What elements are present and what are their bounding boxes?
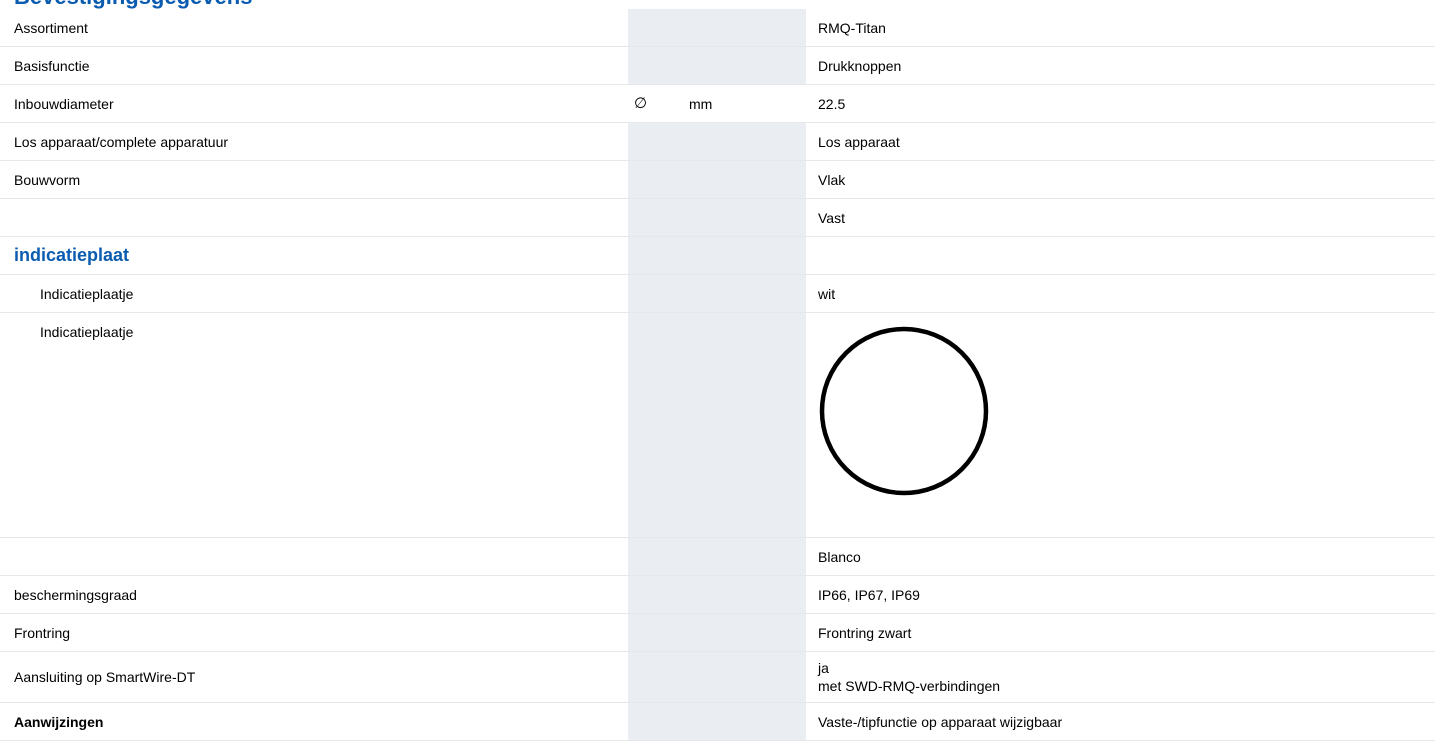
spec-unit	[685, 198, 743, 237]
spec-value: Drukknoppen	[806, 46, 1435, 85]
spec-label: Bouwvorm	[0, 160, 628, 199]
spec-value: Frontring zwart	[806, 613, 1435, 652]
indication-plate-image	[806, 312, 1435, 538]
spec-label: Los apparaat/complete apparatuur	[0, 122, 628, 161]
spec-label: Aansluiting op SmartWire-DT	[0, 651, 628, 703]
spec-value: RMQ-Titan	[806, 9, 1435, 47]
spec-label	[0, 537, 628, 576]
spec-row: Aansluiting op SmartWire-DT ja met SWD-R…	[0, 651, 1435, 703]
spec-row-image: Indicatieplaatje	[0, 312, 1435, 538]
spec-row: Frontring Frontring zwart	[0, 613, 1435, 652]
spec-label: Basisfunctie	[0, 46, 628, 85]
spec-page: Bevestigingsgegevens Assortiment RMQ-Tit…	[0, 0, 1435, 748]
spec-unit	[685, 46, 743, 85]
spec-value: 22.5	[806, 84, 1435, 123]
spec-symbol	[628, 122, 685, 161]
spec-label	[0, 198, 628, 237]
subsection-header-row: indicatieplaat	[0, 236, 1435, 275]
spec-row: Assortiment RMQ-Titan	[0, 9, 1435, 47]
spec-row: Blanco	[0, 537, 1435, 576]
spec-table: Assortiment RMQ-Titan Basisfunctie Drukk…	[0, 9, 1435, 741]
spec-value: IP66, IP67, IP69	[806, 575, 1435, 614]
spec-row: Indicatieplaatje wit	[0, 274, 1435, 313]
spec-symbol	[628, 198, 685, 237]
subsection-title: indicatieplaat	[14, 245, 130, 265]
spec-label: Indicatieplaatje	[0, 312, 628, 538]
spec-value: Blanco	[806, 537, 1435, 576]
spec-value-line: ja	[818, 660, 829, 676]
spec-value: wit	[806, 274, 1435, 313]
spec-row: Aanwijzingen Vaste-/tipfunctie op appara…	[0, 702, 1435, 741]
spec-label: Inbouwdiameter	[0, 84, 628, 123]
spec-label: Assortiment	[0, 9, 628, 47]
spec-value-line: met SWD-RMQ-verbindingen	[818, 678, 1001, 694]
spec-value: Vaste-/tipfunctie op apparaat wijzigbaar	[806, 702, 1435, 741]
spec-row: Basisfunctie Drukknoppen	[0, 46, 1435, 85]
spec-value-multiline: ja met SWD-RMQ-verbindingen	[806, 651, 1435, 703]
blank-circle-icon	[819, 326, 989, 496]
spec-row: Vast	[0, 198, 1435, 237]
spec-row: beschermingsgraad IP66, IP67, IP69	[0, 575, 1435, 614]
spec-value: Vast	[806, 198, 1435, 237]
spec-label: Indicatieplaatje	[0, 274, 628, 313]
spec-unit	[685, 9, 743, 47]
spec-unit: mm	[685, 84, 743, 123]
spec-value: Vlak	[806, 160, 1435, 199]
spec-label: beschermingsgraad	[0, 575, 628, 614]
spec-label: Aanwijzingen	[0, 702, 628, 741]
spec-row: Inbouwdiameter ∅ mm 22.5	[0, 84, 1435, 123]
diameter-symbol: ∅	[628, 84, 685, 123]
spec-unit	[685, 160, 743, 199]
spec-symbol	[628, 9, 685, 47]
spec-label: Frontring	[0, 613, 628, 652]
spec-unit	[685, 122, 743, 161]
spec-row: Los apparaat/complete apparatuur Los app…	[0, 122, 1435, 161]
spec-value: Los apparaat	[806, 122, 1435, 161]
spec-symbol	[628, 46, 685, 85]
spec-symbol	[628, 160, 685, 199]
spec-row: Bouwvorm Vlak	[0, 160, 1435, 199]
